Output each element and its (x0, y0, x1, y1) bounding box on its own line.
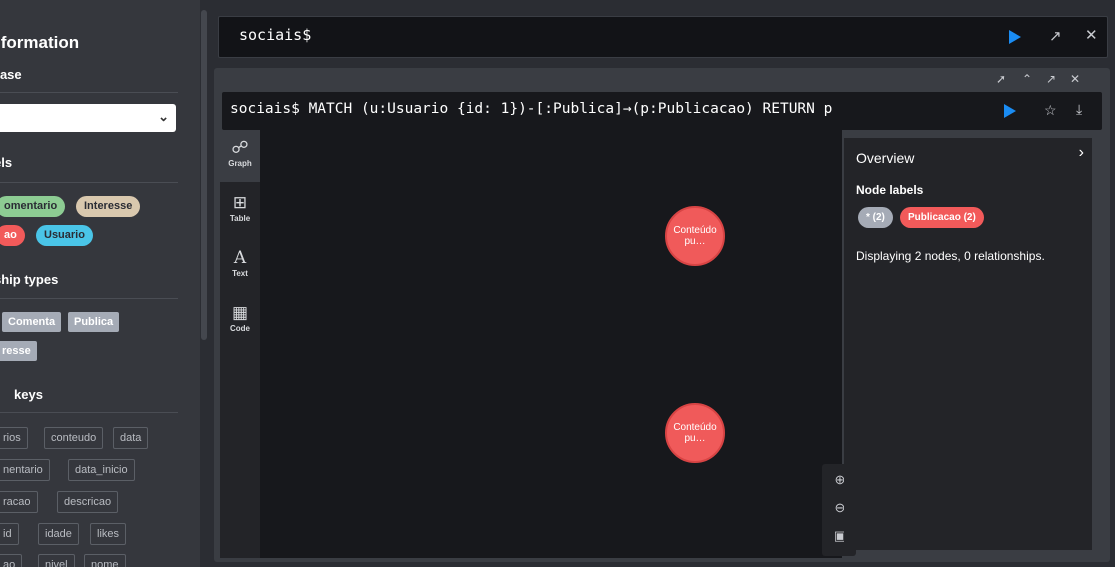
star-icon[interactable]: ☆ (1044, 102, 1057, 119)
database-section-title: base (0, 67, 22, 82)
divider (0, 298, 178, 299)
node-label-pill-usuario[interactable]: Usuario (36, 225, 93, 246)
pin-icon[interactable]: ➚ (996, 72, 1006, 86)
editor-prompt: sociais$ (239, 26, 312, 44)
graph-node[interactable]: Conteúdo pu… (665, 403, 725, 463)
code-icon: ▦ (231, 303, 249, 322)
property-key[interactable]: racao (0, 491, 38, 513)
chevron-down-icon: ⌄ (158, 109, 169, 124)
graph-canvas[interactable]: Conteúdo pu… Conteúdo pu… ⊕ ⊖ ▣ (260, 130, 856, 558)
relationship-types-section-title: ship types (0, 272, 59, 287)
node-caption: pu… (684, 433, 706, 444)
property-key[interactable]: likes (90, 523, 127, 545)
divider (0, 182, 178, 183)
expand-icon[interactable]: ↗ (1049, 27, 1062, 45)
overview-badge-all[interactable]: * (2) (858, 207, 893, 228)
chevron-right-icon[interactable]: › (1079, 144, 1084, 162)
property-key[interactable]: id (0, 523, 19, 545)
property-keys-section-title: keys (14, 387, 43, 402)
property-key[interactable]: nentario (0, 459, 50, 481)
node-caption: Conteúdo (673, 225, 717, 236)
query-editor[interactable]: sociais$ ↗ ✕ (218, 16, 1108, 58)
divider (0, 412, 178, 413)
tab-label: Table (229, 214, 251, 223)
sidebar-title: se Information (0, 33, 80, 52)
frame-query-bar[interactable]: sociais$ MATCH (u:Usuario {id: 1})-[:Pub… (222, 92, 1102, 130)
tab-code[interactable]: ▦ Code (220, 295, 260, 347)
expand-icon[interactable]: ↗ (1046, 72, 1056, 86)
tab-label: Graph (228, 159, 252, 168)
divider (0, 92, 178, 93)
download-icon[interactable]: ⤓ (1076, 101, 1082, 118)
result-frame: ➚ ⌃ ↗ ✕ sociais$ MATCH (u:Usuario {id: 1… (214, 68, 1110, 562)
rel-type-interesse[interactable]: resse (0, 341, 37, 361)
tab-label: Code (230, 324, 250, 333)
table-icon: ⊞ (232, 193, 248, 212)
property-key[interactable]: data (113, 427, 149, 449)
node-label-pill-publicacao[interactable]: ao (0, 225, 25, 246)
property-key[interactable]: rios (0, 427, 28, 449)
database-select[interactable]: ⌄ (0, 104, 176, 132)
node-caption: pu… (684, 236, 706, 247)
property-key[interactable]: idade (38, 523, 79, 545)
close-icon[interactable]: ✕ (1070, 72, 1080, 86)
database-info-sidebar: se Information base ⌄ els omentario Inte… (0, 0, 200, 567)
tab-table[interactable]: ⊞ Table (220, 185, 260, 237)
overview-title: Overview (856, 150, 915, 166)
frame-query-text: sociais$ MATCH (u:Usuario {id: 1})-[:Pub… (230, 101, 833, 117)
scrollbar-thumb[interactable] (201, 10, 207, 340)
tab-text[interactable]: A Text (220, 240, 260, 292)
rel-type-publica[interactable]: Publica (68, 312, 120, 332)
overview-node-labels-heading: Node labels (856, 183, 924, 197)
chevron-up-icon[interactable]: ⌃ (1022, 72, 1032, 86)
view-tabs: ☍ Graph ⊞ Table A Text ▦ Code (220, 130, 260, 558)
property-key[interactable]: ao (0, 554, 23, 567)
graph-node[interactable]: Conteúdo pu… (665, 206, 725, 266)
sidebar-scrollbar[interactable] (200, 0, 208, 567)
node-label-pill-comentario[interactable]: omentario (0, 196, 66, 217)
property-key[interactable]: nome (84, 554, 126, 567)
property-key[interactable]: nivel (38, 554, 75, 567)
node-label-pill-interesse[interactable]: Interesse (76, 196, 141, 217)
close-icon[interactable]: ✕ (1085, 26, 1098, 44)
play-icon[interactable] (1009, 30, 1021, 44)
play-icon[interactable] (1004, 104, 1016, 118)
overview-summary: Displaying 2 nodes, 0 relationships. (856, 249, 1045, 263)
overview-badge-publicacao[interactable]: Publicacao (2) (900, 207, 984, 228)
property-key[interactable]: data_inicio (68, 459, 135, 481)
property-key[interactable]: conteudo (44, 427, 104, 449)
rel-type-comenta[interactable]: Comenta (2, 312, 62, 332)
tab-label: Text (232, 269, 248, 278)
node-labels-section-title: els (0, 155, 13, 170)
node-caption: Conteúdo (673, 422, 717, 433)
text-icon: A (233, 248, 247, 268)
tab-graph[interactable]: ☍ Graph (220, 130, 260, 182)
property-key[interactable]: descricao (57, 491, 119, 513)
graph-icon: ☍ (231, 138, 249, 157)
overview-panel: Overview › Node labels * (2) Publicacao … (844, 138, 1092, 550)
